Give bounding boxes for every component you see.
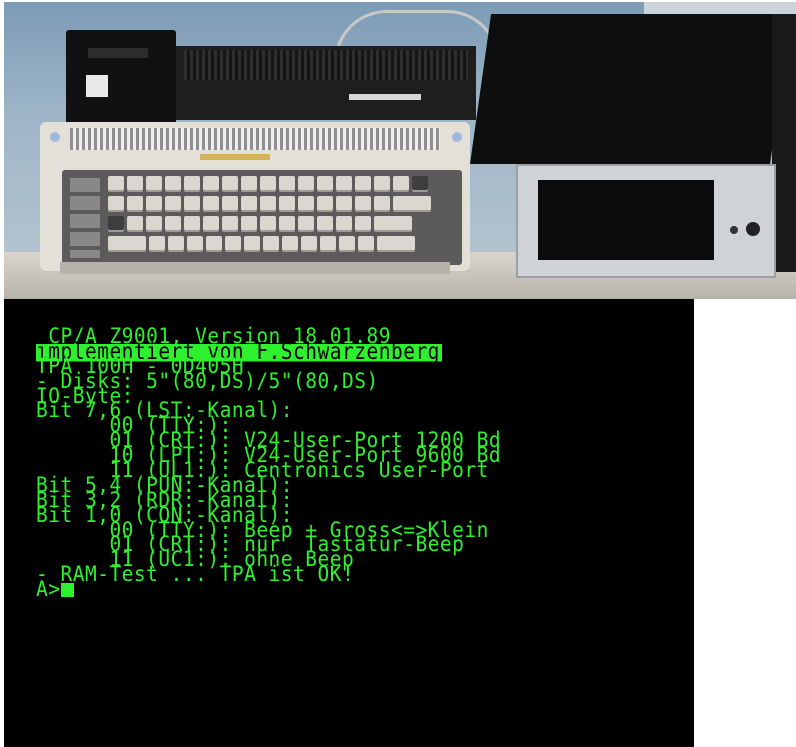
expansion-label [349, 94, 421, 100]
key-row [108, 176, 428, 192]
key-row [108, 196, 431, 212]
keyboard-vent [70, 128, 440, 150]
prompt-text: A> [36, 576, 61, 602]
terminal-screen: CP/A Z9001, Version 18.01.89 implementie… [4, 299, 694, 747]
keyboard-front-edge [60, 262, 450, 274]
keyboard-icon [40, 122, 470, 277]
printer-icon [66, 30, 176, 128]
indicator-led [730, 226, 738, 234]
box-front [516, 164, 776, 278]
key-field [62, 170, 462, 265]
function-keys [70, 178, 100, 258]
box-top [470, 14, 792, 164]
ram-test-line: - RAM-Test ... TPA ist OK! [36, 561, 355, 587]
box-panel [538, 180, 714, 260]
printer-label [86, 75, 108, 97]
key-row [108, 236, 415, 252]
printer-slot [88, 48, 148, 58]
power-knob [746, 222, 760, 236]
key-row [108, 216, 412, 232]
expansion-grille [184, 50, 468, 80]
keyboard-badge [200, 154, 270, 160]
computer-photo [4, 2, 796, 299]
keyboard-screw [50, 132, 60, 142]
terminal-output: CP/A Z9001, Version 18.01.89 implementie… [36, 326, 501, 602]
keyboard-screw [452, 132, 462, 142]
disk-drive-box-icon [470, 14, 796, 278]
